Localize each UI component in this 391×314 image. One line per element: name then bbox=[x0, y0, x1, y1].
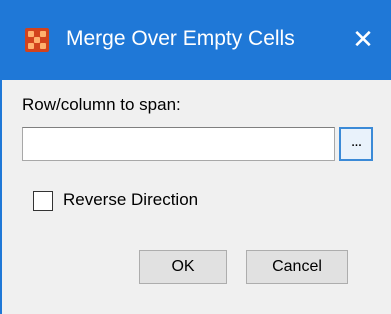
reverse-direction-checkbox[interactable] bbox=[33, 191, 53, 211]
span-label: Row/column to span: bbox=[22, 95, 181, 114]
ok-button[interactable]: OK bbox=[139, 250, 227, 284]
reverse-direction-label[interactable]: Reverse Direction bbox=[63, 190, 198, 210]
cancel-button[interactable]: Cancel bbox=[246, 250, 348, 284]
title-bar: Merge Over Empty Cells ✕ bbox=[0, 0, 391, 80]
span-input[interactable] bbox=[22, 127, 335, 161]
window-border bbox=[0, 80, 2, 314]
close-button[interactable]: ✕ bbox=[343, 20, 383, 60]
app-grid-icon bbox=[25, 28, 49, 52]
browse-button[interactable]: ... bbox=[339, 127, 373, 161]
window-title: Merge Over Empty Cells bbox=[66, 27, 295, 50]
